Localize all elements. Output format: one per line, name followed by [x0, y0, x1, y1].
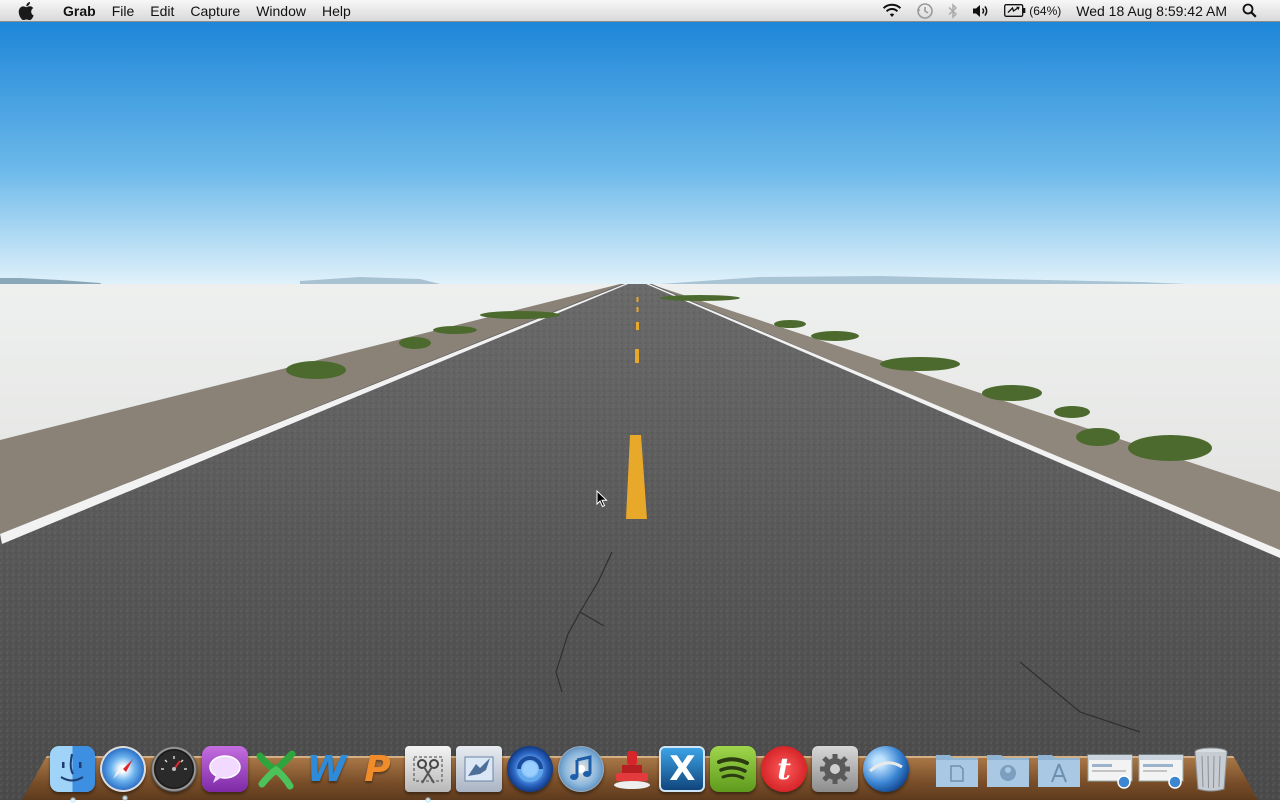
trash-icon[interactable] [1189, 746, 1235, 792]
finder-icon[interactable] [49, 746, 96, 803]
running-indicator-grab [425, 797, 432, 803]
battery-icon [1004, 4, 1026, 17]
x11-icon[interactable]: X [659, 746, 706, 792]
powerpoint-icon[interactable]: P [354, 746, 400, 792]
itunes-icon[interactable] [557, 746, 604, 792]
menu-edit[interactable]: Edit [142, 0, 182, 22]
battery-status[interactable]: (64%) [997, 0, 1068, 22]
safari-icon[interactable] [100, 746, 147, 801]
mail-icon[interactable] [456, 746, 502, 792]
menu-clock[interactable]: Wed 18 Aug 8:59:42 AM [1068, 3, 1235, 19]
sky [0, 22, 1280, 290]
grab-icon[interactable] [405, 746, 452, 803]
documents-stack-icon[interactable] [934, 746, 980, 792]
menu-bar-left: Grab File Edit Capture Window Help [0, 0, 359, 21]
web-stack-2-icon[interactable] [1138, 746, 1184, 792]
apple-menu-icon[interactable] [18, 1, 36, 20]
web-stack-1-icon[interactable] [1087, 746, 1133, 792]
downloads-stack-icon[interactable] [985, 746, 1031, 792]
excel-icon[interactable] [253, 746, 299, 792]
menu-bar-extras: (64%) Wed 18 Aug 8:59:42 AM [875, 0, 1280, 21]
stamp-app-icon[interactable] [609, 746, 655, 792]
desktop[interactable] [0, 22, 1280, 800]
running-indicator-safari [122, 795, 129, 801]
spotlight-icon[interactable] [1235, 0, 1264, 22]
t-app-icon[interactable]: t [761, 746, 807, 792]
google-earth-icon[interactable] [862, 746, 909, 792]
menu-capture[interactable]: Capture [182, 0, 248, 22]
mouse-cursor-icon [596, 489, 608, 508]
system-preferences-icon[interactable] [811, 746, 858, 792]
bluetooth-icon[interactable] [941, 0, 965, 22]
menu-app-name[interactable]: Grab [47, 0, 104, 22]
volume-icon[interactable] [965, 0, 997, 22]
dock: W P X t [47, 732, 1237, 803]
menu-window[interactable]: Window [248, 0, 314, 22]
word-icon[interactable]: W [304, 746, 350, 792]
desktop-wallpaper [0, 22, 1280, 800]
applications-stack-icon[interactable] [1036, 746, 1082, 792]
menu-help[interactable]: Help [314, 0, 359, 22]
menu-bar: Grab File Edit Capture Window Help (64%)… [0, 0, 1280, 22]
spotify-icon[interactable] [710, 746, 757, 792]
menu-file[interactable]: File [104, 0, 143, 22]
dashboard-icon[interactable] [151, 746, 197, 792]
wifi-icon[interactable] [875, 0, 909, 22]
xcode-app-icon[interactable] [506, 746, 553, 792]
running-indicator-finder [69, 797, 76, 803]
battery-percent: (64%) [1029, 3, 1062, 18]
ichat-icon[interactable] [202, 746, 248, 792]
time-machine-icon[interactable] [909, 0, 941, 22]
